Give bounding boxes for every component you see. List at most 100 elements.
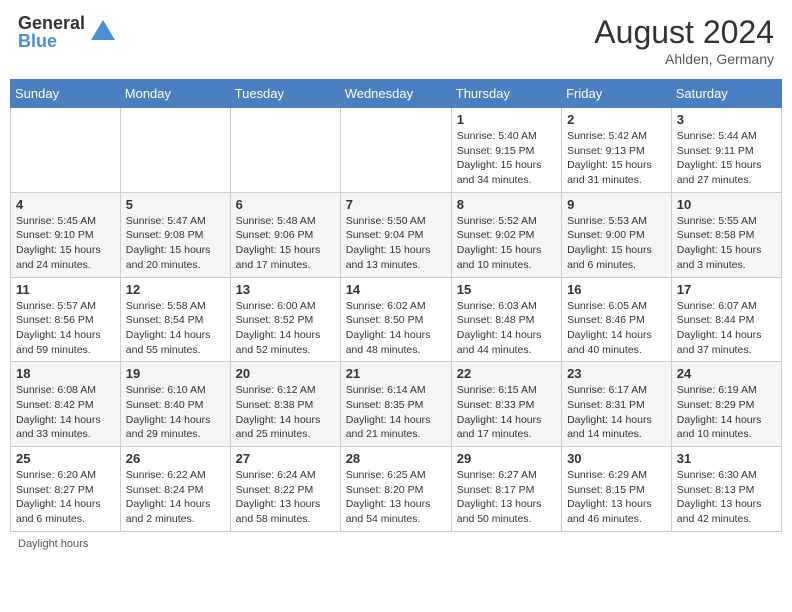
day-info: Sunrise: 5:47 AM Sunset: 9:08 PM Dayligh… [126, 214, 225, 273]
day-number: 17 [677, 282, 776, 297]
calendar-week-row: 11Sunrise: 5:57 AM Sunset: 8:56 PM Dayli… [11, 277, 782, 362]
daylight-label: Daylight hours [18, 538, 88, 550]
day-number: 30 [567, 451, 666, 466]
day-info: Sunrise: 6:30 AM Sunset: 8:13 PM Dayligh… [677, 468, 776, 527]
calendar-cell: 22 Sunrise: 6:15 AM Sunset: 8:33 PM Dayli… [451, 362, 561, 447]
day-number: 23 [567, 366, 666, 381]
day-number: 12 [126, 282, 225, 297]
day-number: 13 [236, 282, 335, 297]
calendar-cell [11, 108, 121, 193]
calendar-cell: 20 Sunrise: 6:12 AM Sunset: 8:38 PM Dayli… [230, 362, 340, 447]
day-number: 25 [16, 451, 115, 466]
day-info: Sunrise: 5:55 AM Sunset: 8:58 PM Dayligh… [677, 214, 776, 273]
logo-icon [89, 18, 117, 46]
day-info: Sunrise: 6:22 AM Sunset: 8:24 PM Dayligh… [126, 468, 225, 527]
calendar-cell: 12 Sunrise: 5:58 AM Sunset: 8:54 PM Dayli… [120, 277, 230, 362]
day-info: Sunrise: 6:02 AM Sunset: 8:50 PM Dayligh… [346, 299, 446, 358]
calendar-cell: 14 Sunrise: 6:02 AM Sunset: 8:50 PM Dayli… [340, 277, 451, 362]
day-number: 22 [457, 366, 556, 381]
calendar-day-header: Saturday [671, 80, 781, 108]
day-number: 24 [677, 366, 776, 381]
day-info: Sunrise: 6:27 AM Sunset: 8:17 PM Dayligh… [457, 468, 556, 527]
day-info: Sunrise: 5:58 AM Sunset: 8:54 PM Dayligh… [126, 299, 225, 358]
calendar-cell: 17 Sunrise: 6:07 AM Sunset: 8:44 PM Dayli… [671, 277, 781, 362]
day-number: 31 [677, 451, 776, 466]
calendar-footer: Daylight hours [10, 538, 782, 550]
day-info: Sunrise: 5:53 AM Sunset: 9:00 PM Dayligh… [567, 214, 666, 273]
day-number: 3 [677, 112, 776, 127]
calendar-cell: 23Sunrise: 6:17 AM Sunset: 8:31 PM Dayli… [562, 362, 672, 447]
calendar-cell: 25Sunrise: 6:20 AM Sunset: 8:27 PM Dayli… [11, 447, 121, 532]
logo-general-text: General [18, 14, 85, 32]
day-info: Sunrise: 5:52 AM Sunset: 9:02 PM Dayligh… [457, 214, 556, 273]
day-number: 15 [457, 282, 556, 297]
day-number: 18 [16, 366, 115, 381]
day-number: 19 [126, 366, 225, 381]
day-info: Sunrise: 5:44 AM Sunset: 9:11 PM Dayligh… [677, 129, 776, 188]
day-number: 1 [457, 112, 556, 127]
calendar-week-row: 25Sunrise: 6:20 AM Sunset: 8:27 PM Dayli… [11, 447, 782, 532]
calendar-cell [120, 108, 230, 193]
day-info: Sunrise: 6:05 AM Sunset: 8:46 PM Dayligh… [567, 299, 666, 358]
calendar-cell: 10Sunrise: 5:55 AM Sunset: 8:58 PM Dayli… [671, 192, 781, 277]
calendar-week-row: 1Sunrise: 5:40 AM Sunset: 9:15 PM Daylig… [11, 108, 782, 193]
day-info: Sunrise: 6:07 AM Sunset: 8:44 PM Dayligh… [677, 299, 776, 358]
day-info: Sunrise: 5:57 AM Sunset: 8:56 PM Dayligh… [16, 299, 115, 358]
calendar-day-header: Sunday [11, 80, 121, 108]
calendar-day-header: Monday [120, 80, 230, 108]
day-number: 26 [126, 451, 225, 466]
day-number: 9 [567, 197, 666, 212]
calendar-cell [340, 108, 451, 193]
calendar-cell: 29 Sunrise: 6:27 AM Sunset: 8:17 PM Dayli… [451, 447, 561, 532]
day-number: 16 [567, 282, 666, 297]
calendar-cell: 11Sunrise: 5:57 AM Sunset: 8:56 PM Dayli… [11, 277, 121, 362]
calendar-cell: 5 Sunrise: 5:47 AM Sunset: 9:08 PM Daylig… [120, 192, 230, 277]
calendar-cell [230, 108, 340, 193]
calendar-cell: 30 Sunrise: 6:29 AM Sunset: 8:15 PM Dayli… [562, 447, 672, 532]
calendar-day-header: Wednesday [340, 80, 451, 108]
day-info: Sunrise: 6:15 AM Sunset: 8:33 PM Dayligh… [457, 383, 556, 442]
calendar-cell: 16 Sunrise: 6:05 AM Sunset: 8:46 PM Dayli… [562, 277, 672, 362]
calendar-cell: 18Sunrise: 6:08 AM Sunset: 8:42 PM Dayli… [11, 362, 121, 447]
calendar-cell: 8Sunrise: 5:52 AM Sunset: 9:02 PM Daylig… [451, 192, 561, 277]
day-number: 4 [16, 197, 115, 212]
calendar-cell: 13 Sunrise: 6:00 AM Sunset: 8:52 PM Dayli… [230, 277, 340, 362]
day-number: 14 [346, 282, 446, 297]
day-info: Sunrise: 6:14 AM Sunset: 8:35 PM Dayligh… [346, 383, 446, 442]
month-year-title: August 2024 [594, 14, 774, 51]
day-info: Sunrise: 6:29 AM Sunset: 8:15 PM Dayligh… [567, 468, 666, 527]
day-info: Sunrise: 6:25 AM Sunset: 8:20 PM Dayligh… [346, 468, 446, 527]
calendar-table: SundayMondayTuesdayWednesdayThursdayFrid… [10, 79, 782, 532]
logo: General Blue [18, 14, 117, 50]
day-number: 6 [236, 197, 335, 212]
calendar-cell: 4Sunrise: 5:45 AM Sunset: 9:10 PM Daylig… [11, 192, 121, 277]
calendar-cell: 9 Sunrise: 5:53 AM Sunset: 9:00 PM Daylig… [562, 192, 672, 277]
day-number: 2 [567, 112, 666, 127]
logo-blue-text: Blue [18, 32, 85, 50]
calendar-cell: 1Sunrise: 5:40 AM Sunset: 9:15 PM Daylig… [451, 108, 561, 193]
calendar-week-row: 18Sunrise: 6:08 AM Sunset: 8:42 PM Dayli… [11, 362, 782, 447]
day-info: Sunrise: 6:03 AM Sunset: 8:48 PM Dayligh… [457, 299, 556, 358]
calendar-cell: 24Sunrise: 6:19 AM Sunset: 8:29 PM Dayli… [671, 362, 781, 447]
page-header: General Blue August 2024 Ahlden, Germany [10, 10, 782, 71]
day-number: 5 [126, 197, 225, 212]
calendar-cell: 15 Sunrise: 6:03 AM Sunset: 8:48 PM Dayli… [451, 277, 561, 362]
calendar-header-row: SundayMondayTuesdayWednesdayThursdayFrid… [11, 80, 782, 108]
day-number: 7 [346, 197, 446, 212]
day-number: 20 [236, 366, 335, 381]
day-info: Sunrise: 6:10 AM Sunset: 8:40 PM Dayligh… [126, 383, 225, 442]
day-info: Sunrise: 5:42 AM Sunset: 9:13 PM Dayligh… [567, 129, 666, 188]
calendar-cell: 21Sunrise: 6:14 AM Sunset: 8:35 PM Dayli… [340, 362, 451, 447]
day-info: Sunrise: 5:50 AM Sunset: 9:04 PM Dayligh… [346, 214, 446, 273]
calendar-cell: 7 Sunrise: 5:50 AM Sunset: 9:04 PM Daylig… [340, 192, 451, 277]
location-title: Ahlden, Germany [594, 51, 774, 67]
day-number: 29 [457, 451, 556, 466]
calendar-cell: 27Sunrise: 6:24 AM Sunset: 8:22 PM Dayli… [230, 447, 340, 532]
day-info: Sunrise: 6:12 AM Sunset: 8:38 PM Dayligh… [236, 383, 335, 442]
day-info: Sunrise: 6:00 AM Sunset: 8:52 PM Dayligh… [236, 299, 335, 358]
calendar-cell: 26 Sunrise: 6:22 AM Sunset: 8:24 PM Dayli… [120, 447, 230, 532]
calendar-cell: 19 Sunrise: 6:10 AM Sunset: 8:40 PM Dayli… [120, 362, 230, 447]
title-block: August 2024 Ahlden, Germany [594, 14, 774, 67]
day-number: 28 [346, 451, 446, 466]
calendar-cell: 2 Sunrise: 5:42 AM Sunset: 9:13 PM Daylig… [562, 108, 672, 193]
